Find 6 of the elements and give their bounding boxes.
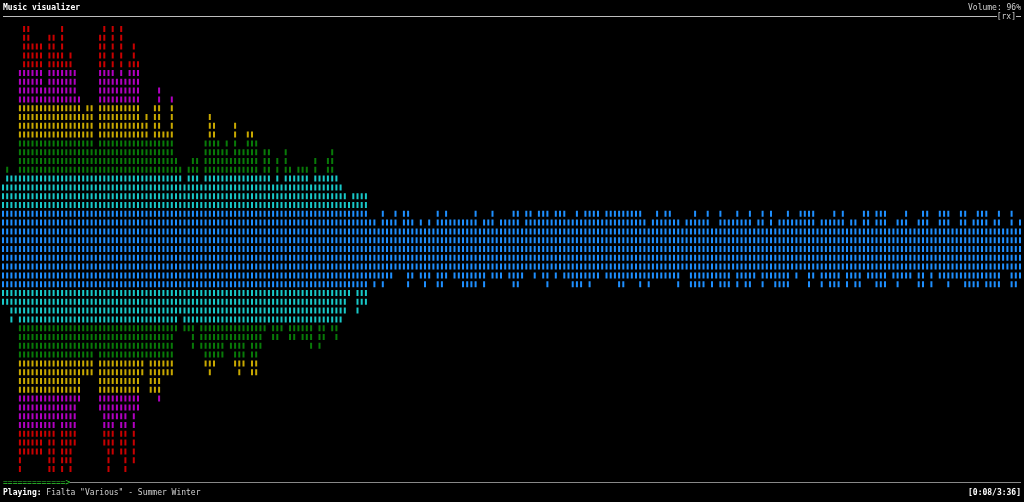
volume-label: Volume: 96%	[968, 2, 1021, 12]
progress-text: =============>	[3, 477, 71, 487]
visualizer-type-label: [rx]	[996, 11, 1016, 21]
time-label: [0:08/3:36]	[968, 487, 1021, 497]
screen-title: Music visualizer	[3, 2, 81, 12]
now-playing-text: Playing: Fialta "Various" - Summer Winter	[3, 487, 201, 497]
